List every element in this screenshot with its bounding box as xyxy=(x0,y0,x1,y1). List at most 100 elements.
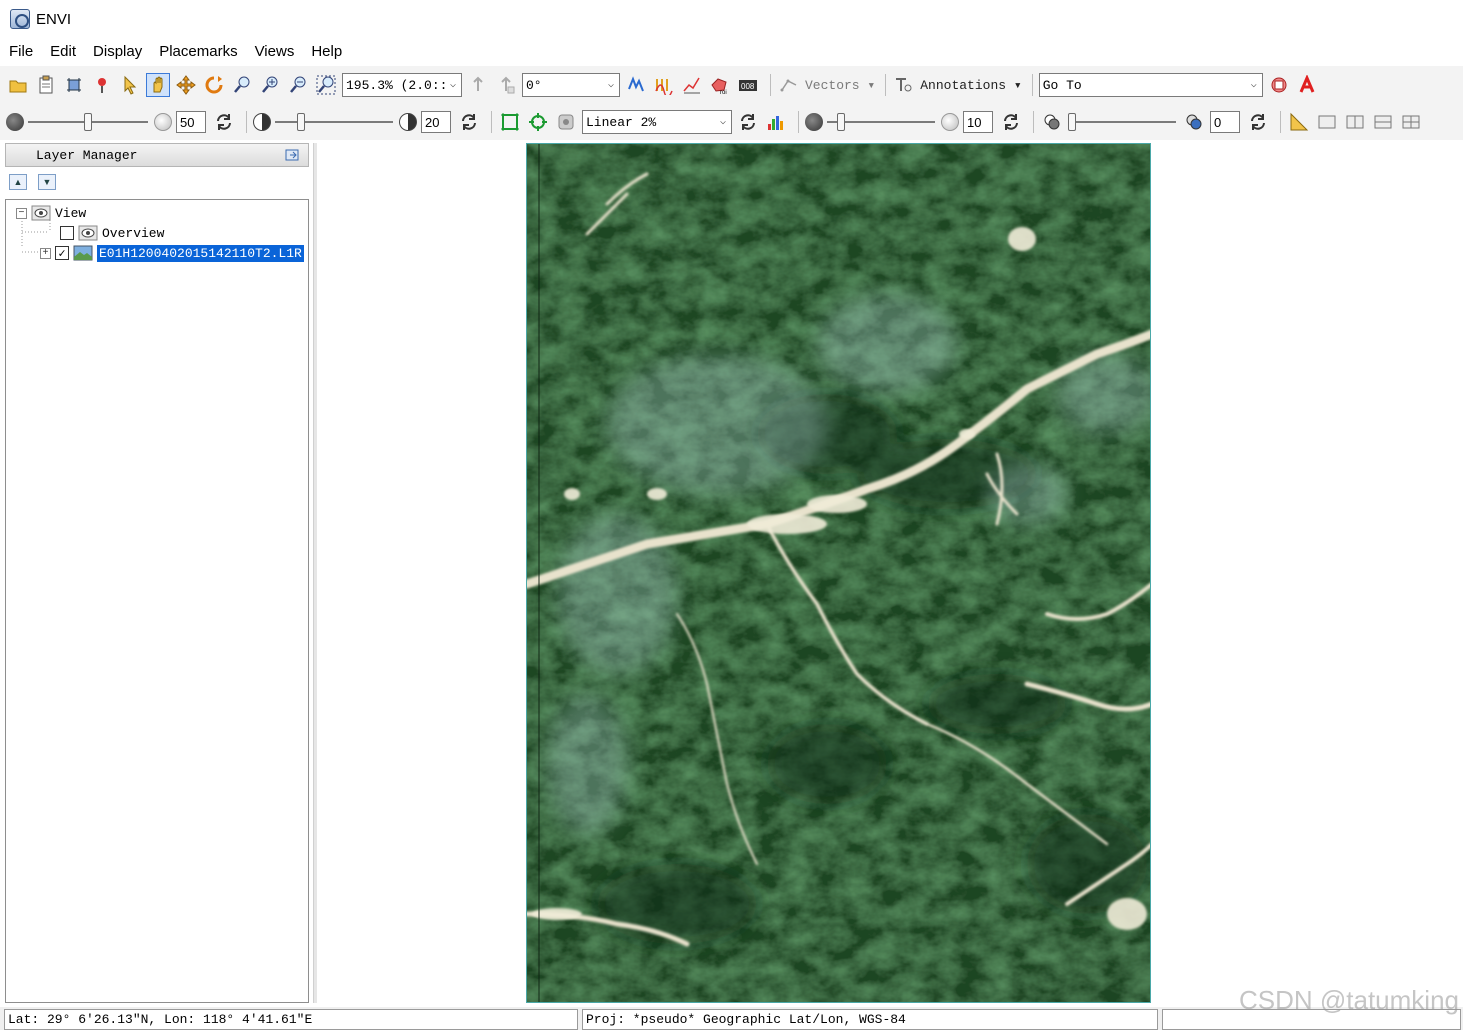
stretch-type-value: Linear 2% xyxy=(586,114,657,130)
tree-item-view-label: View xyxy=(55,205,87,221)
data-manager-icon[interactable] xyxy=(34,73,58,97)
reset-stretch-icon[interactable] xyxy=(736,110,760,134)
contrast-low-icon xyxy=(253,113,271,131)
transparency-low-icon xyxy=(1040,110,1064,134)
menu-help[interactable]: Help xyxy=(311,43,342,60)
vector-tool-icon[interactable] xyxy=(624,73,648,97)
four-views-icon[interactable] xyxy=(1399,110,1423,134)
sharpen-high-icon xyxy=(941,113,959,131)
chip-view-icon[interactable] xyxy=(62,73,86,97)
transparency-slider-thumb[interactable] xyxy=(1068,113,1076,131)
tree-item-view[interactable]: − View xyxy=(16,203,86,223)
reset-brightness-icon[interactable] xyxy=(212,110,236,134)
single-view-icon[interactable] xyxy=(1315,110,1339,134)
vectors-dropdown[interactable]: Vectors ▾ xyxy=(805,78,875,93)
select-arrow-icon[interactable] xyxy=(118,73,142,97)
expand-all-button[interactable]: ▼ xyxy=(38,174,56,190)
overview-eye-icon xyxy=(78,225,98,241)
tree-item-overview[interactable]: Overview xyxy=(60,223,164,243)
sharpen-value-field[interactable]: 10 xyxy=(963,111,993,133)
contrast-value-field[interactable]: 20 xyxy=(421,111,451,133)
vectors-label: Vectors xyxy=(805,77,860,93)
annotations-label: Annotations xyxy=(920,77,1007,93)
rotate-right-icon[interactable] xyxy=(494,73,518,97)
pin-panel-icon[interactable] xyxy=(284,147,302,163)
spectral-profile-icon[interactable] xyxy=(680,73,704,97)
toolbar-separator xyxy=(1033,111,1034,133)
tree-item-raster-layer-label: E01H1200402015142110T2.L1R xyxy=(97,244,304,262)
raster-layer-checkbox[interactable]: ✓ xyxy=(55,246,69,261)
chevron-down-icon: ⌵ xyxy=(607,80,615,91)
two-horizontal-views-icon[interactable] xyxy=(1371,110,1395,134)
menu-display[interactable]: Display xyxy=(93,43,142,60)
menu-views[interactable]: Views xyxy=(255,43,295,60)
sharpen-slider[interactable] xyxy=(827,110,935,134)
overview-checkbox[interactable] xyxy=(60,226,74,240)
title-bar: ENVI xyxy=(0,0,1463,38)
menu-edit[interactable]: Edit xyxy=(50,43,76,60)
contrast-slider[interactable] xyxy=(275,110,393,134)
expand-toggle[interactable]: + xyxy=(40,247,51,259)
brightness-slider[interactable] xyxy=(28,110,148,134)
tree-item-raster-layer[interactable]: + ✓ E01H1200402015142110T2.L1R xyxy=(40,243,304,263)
pixel-locator-icon[interactable]: 008 xyxy=(736,73,760,97)
goto-combo[interactable]: Go To ⌵ xyxy=(1038,73,1263,97)
histogram-icon[interactable] xyxy=(764,110,788,134)
chevron-down-icon: ⌵ xyxy=(1250,80,1257,91)
collapse-toggle[interactable]: − xyxy=(16,207,27,219)
reset-contrast-icon[interactable] xyxy=(457,110,481,134)
slider-track xyxy=(1068,121,1176,123)
brightness-value-field[interactable]: 50 xyxy=(176,111,206,133)
satellite-image[interactable] xyxy=(526,143,1151,1003)
caret-down-icon: ▾ xyxy=(1013,77,1022,93)
layer-manager-panel: Layer Manager ▲ ▼ − View Overview + ✓ E0… xyxy=(5,143,309,1003)
acrobat-export-icon[interactable] xyxy=(1295,73,1319,97)
profile-tool-icon[interactable] xyxy=(652,73,676,97)
two-vertical-views-icon[interactable] xyxy=(1343,110,1367,134)
open-folder-icon[interactable] xyxy=(6,73,30,97)
toolbar-separator xyxy=(246,111,247,133)
svg-text:roi: roi xyxy=(720,90,727,95)
fly-move-icon[interactable] xyxy=(174,73,198,97)
rotate-left-icon[interactable] xyxy=(466,73,490,97)
rotate-icon[interactable] xyxy=(202,73,226,97)
zoom-icon[interactable] xyxy=(230,73,254,97)
contrast-slider-thumb[interactable] xyxy=(297,113,305,131)
collapse-all-button[interactable]: ▲ xyxy=(9,174,27,190)
stretch-type-combo[interactable]: Linear 2% ⌵ xyxy=(582,110,732,134)
transparency-high-icon xyxy=(1182,110,1206,134)
measure-icon[interactable] xyxy=(1287,110,1311,134)
envi-classic-icon[interactable] xyxy=(1267,73,1291,97)
placemark-icon[interactable] xyxy=(90,73,114,97)
menu-file[interactable]: File xyxy=(9,43,33,60)
zoom-in-icon[interactable] xyxy=(258,73,282,97)
zoom-out-icon[interactable] xyxy=(286,73,310,97)
image-view-area[interactable] xyxy=(318,143,1463,1003)
stretch-extent-icon[interactable] xyxy=(498,110,522,134)
transparency-value-field[interactable]: 0 xyxy=(1210,111,1240,133)
zoom-full-icon[interactable] xyxy=(314,73,338,97)
vectors-icon[interactable] xyxy=(777,73,801,97)
sharpen-slider-thumb[interactable] xyxy=(837,113,845,131)
toolbar-separator xyxy=(885,74,887,96)
panel-splitter[interactable] xyxy=(313,143,317,1003)
stretch-circle-icon[interactable] xyxy=(526,110,550,134)
toolbar-separator xyxy=(1031,74,1033,96)
annotation-icon[interactable] xyxy=(892,73,916,97)
menu-placemarks[interactable]: Placemarks xyxy=(159,43,237,60)
zoom-combo-value: 195.3% (2.0:: xyxy=(346,77,445,93)
watermark-text: CSDN @tatumking xyxy=(1238,985,1459,1015)
stretch-dynamic-icon[interactable] xyxy=(554,110,578,134)
rotation-combo[interactable]: 0° ⌵ xyxy=(522,73,620,97)
display-toolbar: 50 20 Linear 2% ⌵ 10 0 xyxy=(0,104,1463,140)
reset-sharpen-icon[interactable] xyxy=(999,110,1023,134)
pan-hand-icon[interactable] xyxy=(146,73,170,97)
brightness-slider-thumb[interactable] xyxy=(84,113,92,131)
annotations-dropdown[interactable]: Annotations ▾ xyxy=(920,78,1021,93)
zoom-combo[interactable]: 195.3% (2.0:: ⌵ xyxy=(342,73,462,97)
layer-manager-header: Layer Manager xyxy=(5,143,309,167)
toolbar-separator xyxy=(770,74,771,96)
roi-tool-icon[interactable]: roi xyxy=(708,73,732,97)
reset-transparency-icon[interactable] xyxy=(1246,110,1270,134)
transparency-slider[interactable] xyxy=(1068,110,1176,134)
